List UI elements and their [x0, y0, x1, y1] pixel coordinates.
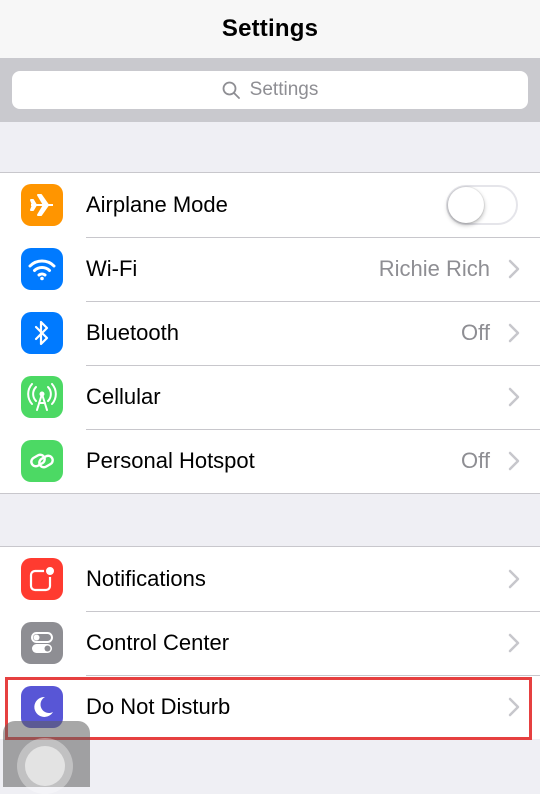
settings-row-label: Bluetooth — [86, 320, 179, 345]
chevron-right-icon — [508, 697, 520, 717]
settings-row-label: Airplane Mode — [86, 192, 228, 217]
settings-row-control-center[interactable]: Control Center — [0, 611, 540, 675]
settings-row-label: Wi-Fi — [86, 256, 138, 281]
chevron-right-icon — [508, 451, 520, 471]
settings-row-wifi[interactable]: Wi-Fi Richie Rich — [0, 237, 540, 301]
control-center-icon — [21, 622, 63, 664]
settings-row-label: Cellular — [86, 384, 161, 409]
search-placeholder: Settings — [249, 79, 319, 100]
navigation-bar: Settings — [0, 0, 540, 58]
search-input[interactable]: Settings — [12, 71, 528, 109]
settings-row-airplane-mode[interactable]: Airplane Mode — [0, 173, 540, 237]
connectivity-group: Airplane Mode Wi-Fi Richie Rich Bluetoot… — [0, 172, 540, 494]
settings-row-bluetooth[interactable]: Bluetooth Off — [0, 301, 540, 365]
search-icon — [222, 81, 240, 99]
page-title: Settings — [221, 15, 319, 42]
bluetooth-icon — [21, 312, 63, 354]
search-bar: Settings — [0, 58, 540, 122]
bluetooth-status-value: Off — [461, 320, 490, 345]
settings-row-label: Control Center — [86, 630, 230, 655]
toggle-knob — [448, 187, 484, 223]
settings-row-cellular[interactable]: Cellular — [0, 365, 540, 429]
settings-row-label: Notifications — [86, 566, 206, 591]
notifications-icon — [21, 558, 63, 600]
settings-row-label: Do Not Disturb — [86, 694, 231, 719]
system-group: Notifications Control Center Do Not Dist… — [0, 546, 540, 739]
settings-row-label: Personal Hotspot — [86, 448, 255, 473]
assistive-touch-icon — [17, 738, 73, 794]
settings-row-notifications[interactable]: Notifications — [0, 547, 540, 611]
chevron-right-icon — [508, 259, 520, 279]
assistive-touch-button[interactable] — [3, 721, 90, 794]
chevron-right-icon — [508, 569, 520, 589]
hotspot-status-value: Off — [461, 448, 490, 473]
chevron-right-icon — [508, 387, 520, 407]
chevron-right-icon — [508, 323, 520, 343]
cellular-antenna-icon — [21, 376, 63, 418]
hotspot-link-icon — [21, 440, 63, 482]
settings-row-personal-hotspot[interactable]: Personal Hotspot Off — [0, 429, 540, 493]
wifi-network-value: Richie Rich — [378, 256, 490, 281]
chevron-right-icon — [508, 633, 520, 653]
airplane-mode-toggle[interactable] — [446, 185, 518, 225]
wifi-icon — [21, 248, 63, 290]
airplane-icon — [21, 184, 63, 226]
